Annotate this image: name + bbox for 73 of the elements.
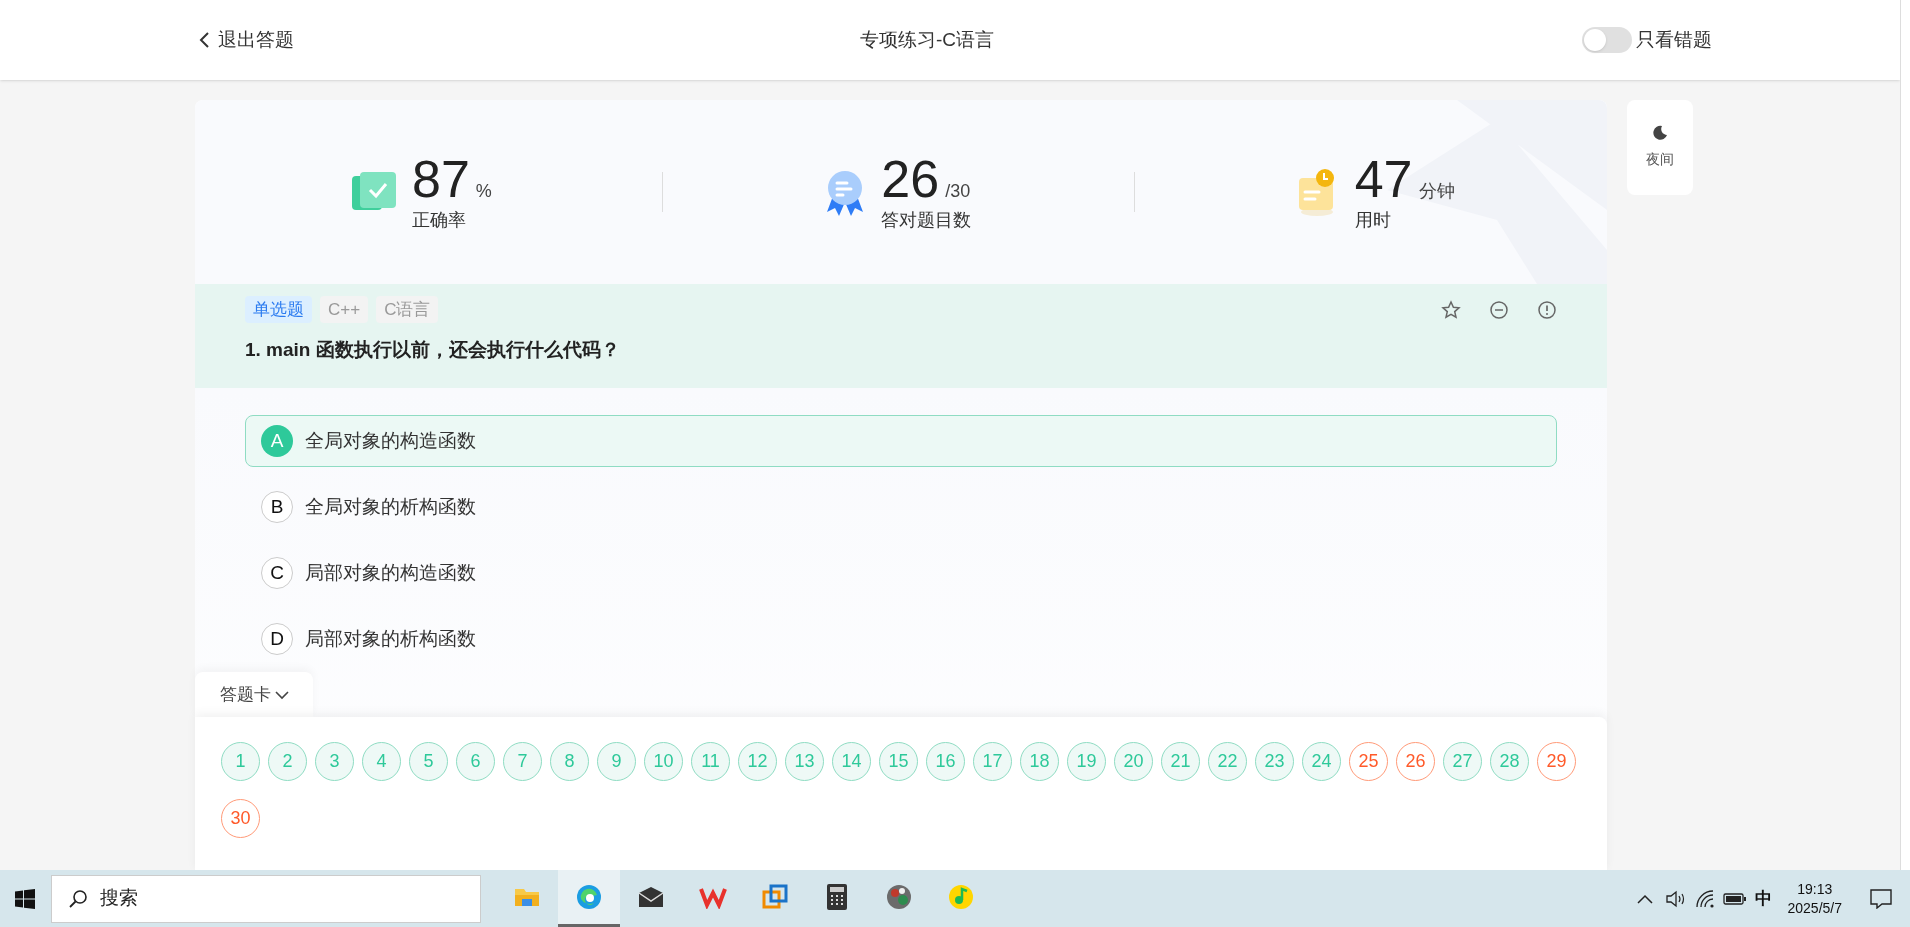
question-number[interactable]: 19 [1067,742,1106,781]
question-number[interactable]: 21 [1161,742,1200,781]
question-number[interactable]: 20 [1114,742,1153,781]
question-number[interactable]: 3 [315,742,354,781]
question-number[interactable]: 18 [1020,742,1059,781]
question-number[interactable]: 6 [456,742,495,781]
stat-value: 26 [881,150,940,207]
question-text: 1. main 函数执行以前，还会执行什么代码？ [245,338,621,362]
option-letter: B [261,491,293,523]
search-icon [68,888,88,909]
stat-label: 用时 [1354,208,1392,232]
stat-unit: % [475,179,492,203]
question-number[interactable]: 1 [221,742,260,781]
search-field[interactable]: 搜索 [51,874,481,923]
question-number[interactable]: 23 [1255,742,1294,781]
question-number[interactable]: 24 [1302,742,1341,781]
question-number[interactable]: 28 [1490,742,1529,781]
answer-option[interactable]: D 局部对象的析构函数 [245,613,1557,665]
answer-card-tab[interactable]: 答题卡 [195,672,313,717]
question-number[interactable]: 17 [973,742,1012,781]
alert-circle-icon[interactable] [1537,300,1557,320]
back-link[interactable]: 退出答题 [198,25,294,55]
star-icon[interactable] [1441,300,1461,320]
notification-icon[interactable] [1870,888,1892,909]
option-letter: A [261,425,293,457]
option-letter: C [261,557,293,589]
question-number[interactable]: 4 [362,742,401,781]
question-tag: 单选题 [245,296,312,323]
stat-label: 答对题目数 [881,208,972,232]
question-number[interactable]: 22 [1208,742,1247,781]
question-number[interactable]: 16 [926,742,965,781]
question-number[interactable]: 11 [691,742,730,781]
question-number[interactable]: 13 [785,742,824,781]
stat-label: 正确率 [412,208,467,232]
stat-value: 47 [1354,150,1413,207]
question-number[interactable]: 29 [1537,742,1576,781]
question-number[interactable]: 30 [221,799,260,838]
clock[interactable]: 19:13 2025/5/7 [1787,879,1842,918]
minus-circle-icon[interactable] [1489,300,1509,320]
scrollbar-track[interactable] [1900,0,1910,870]
question-number[interactable]: 25 [1349,742,1388,781]
answer-option[interactable]: A 全局对象的构造函数 [245,415,1557,467]
answer-option[interactable]: C 局部对象的构造函数 [245,547,1557,599]
stat-value: 87 [412,150,470,207]
question-number[interactable]: 10 [644,742,683,781]
toggle-label: 只看错题 [1636,27,1712,52]
question-number[interactable]: 14 [832,742,871,781]
question-number[interactable]: 2 [268,742,307,781]
question-number[interactable]: 9 [597,742,636,781]
battery-icon[interactable] [1722,891,1747,906]
night-mode-button[interactable]: 夜间 [1627,100,1693,195]
question-number[interactable]: 7 [503,742,542,781]
chevron-up-icon[interactable] [1636,893,1653,904]
question-tag: C语言 [376,296,439,323]
input-method-indicator[interactable]: 中 [1754,885,1772,912]
question-tag: C++ [320,296,369,323]
question-number[interactable]: 26 [1396,742,1435,781]
moon-icon [1652,125,1668,141]
speaker-icon[interactable] [1664,888,1687,909]
question-number[interactable]: 15 [879,742,918,781]
browser-icon[interactable] [558,870,620,927]
question-number[interactable]: 12 [738,742,777,781]
question-number[interactable]: 5 [409,742,448,781]
page-title: 专项练习-C语言 [860,27,995,52]
option-letter: D [261,623,293,655]
question-number[interactable]: 27 [1443,742,1482,781]
stat-unit: /30 [945,179,971,203]
question-number[interactable]: 8 [550,742,589,781]
wifi-icon[interactable] [1694,888,1715,909]
chevron-left-icon [198,31,210,49]
answer-option[interactable]: B 全局对象的析构函数 [245,481,1557,533]
toggle-switch[interactable] [1582,27,1632,53]
stat-unit: 分钟 [1418,179,1455,203]
